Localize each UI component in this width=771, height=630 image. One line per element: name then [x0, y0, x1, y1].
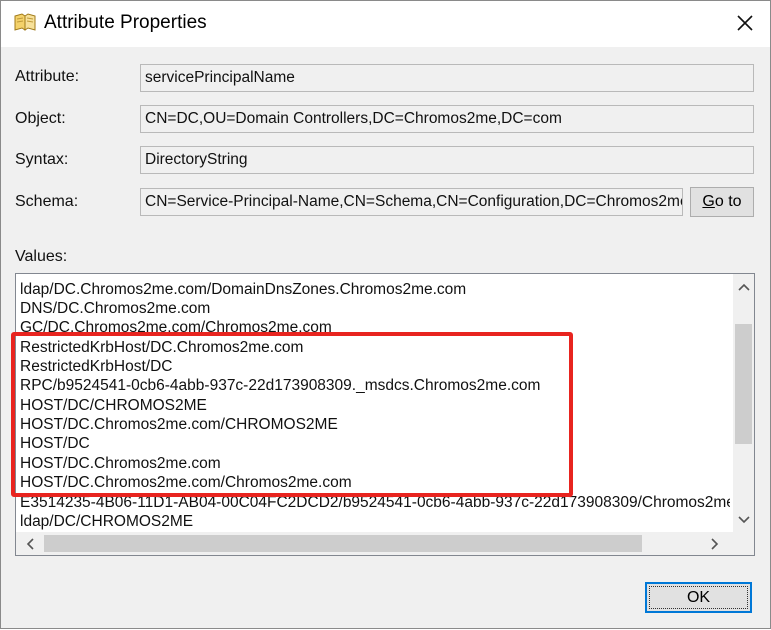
attribute-label: Attribute:: [15, 68, 80, 85]
list-item[interactable]: ldap/DC.Chromos2me.com/DomainDnsZones.Ch…: [20, 280, 466, 300]
chevron-left-icon: [26, 537, 34, 550]
schema-field[interactable]: CN=Service-Principal-Name,CN=Schema,CN=C…: [140, 188, 683, 216]
scroll-left-arrow[interactable]: [21, 535, 38, 552]
values-label: Values:: [15, 248, 68, 265]
horizontal-scrollbar[interactable]: [16, 532, 733, 555]
list-item[interactable]: RPC/b9524541-0cb6-4abb-937c-22d173908309…: [20, 376, 540, 396]
values-list: ldap/DC.Chromos2me.com/DomainDnsZones.Ch…: [20, 280, 730, 532]
vertical-scrollbar[interactable]: [733, 274, 754, 532]
list-item[interactable]: HOST/DC/CHROMOS2ME: [20, 396, 207, 416]
syntax-field[interactable]: DirectoryString: [140, 146, 754, 174]
vertical-scroll-thumb[interactable]: [735, 324, 752, 444]
list-item[interactable]: HOST/DC: [20, 434, 90, 454]
values-listbox[interactable]: ldap/DC.Chromos2me.com/DomainDnsZones.Ch…: [15, 273, 755, 556]
goto-accelerator: G: [702, 193, 715, 210]
attribute-properties-dialog: Attribute Properties Attribute: serviceP…: [0, 0, 771, 629]
list-item[interactable]: GC/DC.Chromos2me.com/Chromos2me.com: [20, 318, 332, 338]
object-field[interactable]: CN=DC,OU=Domain Controllers,DC=Chromos2m…: [140, 105, 754, 133]
list-item[interactable]: HOST/DC.Chromos2me.com: [20, 454, 221, 474]
list-item[interactable]: HOST/DC.Chromos2me.com/Chromos2me.com: [20, 473, 352, 493]
list-item[interactable]: RestrictedKrbHost/DC: [20, 357, 172, 377]
schema-label: Schema:: [15, 193, 79, 210]
list-item[interactable]: E3514235-4B06-11D1-AB04-00C04FC2DCD2/b95…: [20, 493, 730, 513]
chevron-up-icon: [737, 283, 750, 291]
object-label: Object:: [15, 110, 66, 127]
list-item[interactable]: HOST/DC.Chromos2me.com/CHROMOS2ME: [20, 415, 338, 435]
syntax-label: Syntax:: [15, 151, 69, 168]
goto-button[interactable]: Go to: [690, 187, 754, 217]
focus-rectangle: [649, 586, 748, 609]
scroll-down-arrow[interactable]: [735, 511, 752, 528]
close-button[interactable]: [723, 3, 767, 43]
list-item[interactable]: RestrictedKrbHost/DC.Chromos2me.com: [20, 338, 303, 358]
attribute-field[interactable]: servicePrincipalName: [140, 64, 754, 92]
title-bar: Attribute Properties: [1, 1, 770, 47]
list-item[interactable]: DNS/DC.Chromos2me.com: [20, 299, 210, 319]
ok-button[interactable]: OK: [645, 582, 752, 613]
list-item[interactable]: ldap/DC/CHROMOS2ME: [20, 512, 193, 532]
scroll-right-arrow[interactable]: [706, 535, 723, 552]
scrollbar-corner: [733, 532, 754, 555]
close-icon: [737, 15, 753, 31]
scroll-up-arrow[interactable]: [735, 278, 752, 295]
chevron-right-icon: [710, 537, 718, 550]
goto-label: o to: [714, 193, 742, 210]
window-title: Attribute Properties: [44, 12, 207, 33]
folder-book-icon: [13, 11, 37, 33]
horizontal-scroll-thumb[interactable]: [44, 535, 642, 552]
chevron-down-icon: [737, 515, 750, 523]
